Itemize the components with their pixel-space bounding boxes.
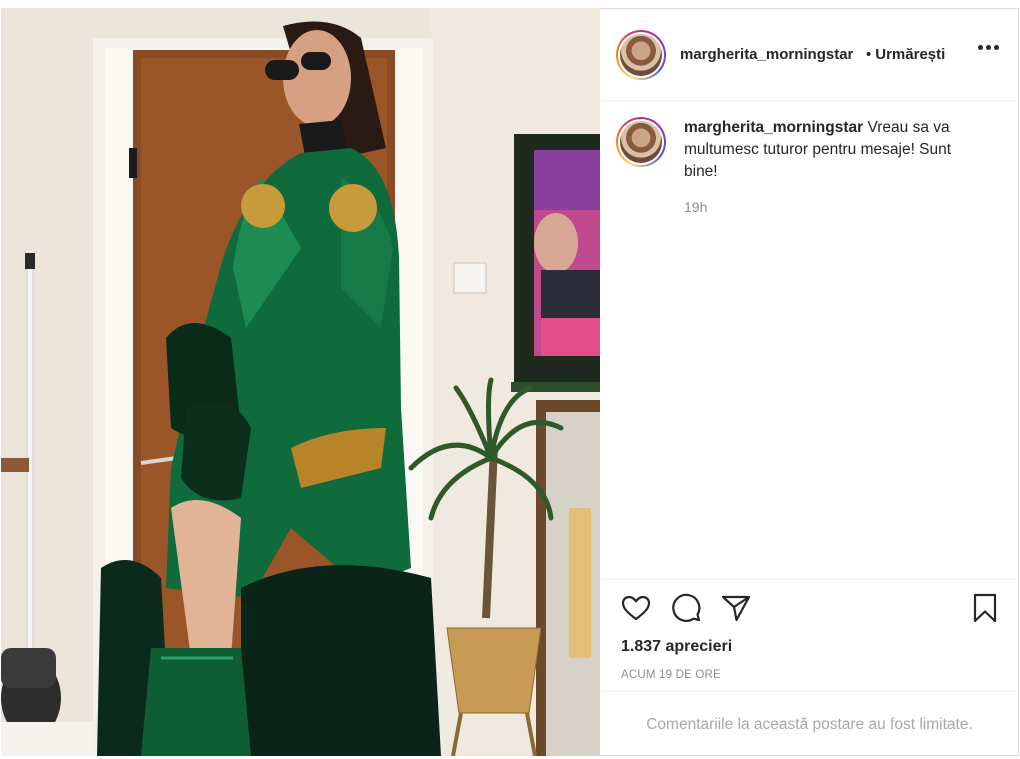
caption-text-block: margherita_morningstar Vreau sa va multu… bbox=[684, 117, 984, 183]
more-dot bbox=[986, 45, 991, 50]
instagram-post-modal: margherita_morningstar • Urmărești margh… bbox=[0, 0, 1020, 759]
likes-count[interactable]: 1.837 aprecieri bbox=[621, 638, 732, 656]
caption-username[interactable]: margherita_morningstar bbox=[684, 119, 863, 136]
action-bar bbox=[620, 592, 752, 624]
post-photo[interactable] bbox=[1, 8, 600, 756]
avatar-image bbox=[620, 121, 662, 163]
more-options-icon[interactable] bbox=[978, 45, 999, 50]
following-button[interactable]: Urmărești bbox=[875, 46, 945, 63]
comments-limited-notice: Comentariile la această postare au fost … bbox=[600, 691, 1019, 757]
caption-body: margherita_morningstar Vreau sa va multu… bbox=[684, 117, 984, 215]
more-dot bbox=[978, 45, 983, 50]
paper-plane-icon[interactable] bbox=[720, 592, 752, 624]
heart-icon[interactable] bbox=[620, 592, 652, 624]
post-header: margherita_morningstar • Urmărești bbox=[600, 9, 1019, 101]
more-dot bbox=[994, 45, 999, 50]
post-side-panel: margherita_morningstar • Urmărești margh… bbox=[600, 8, 1019, 756]
avatar-image bbox=[620, 33, 662, 76]
avatar[interactable] bbox=[616, 29, 666, 80]
post-photo-illustration bbox=[1, 8, 600, 756]
caption-comment: margherita_morningstar Vreau sa va multu… bbox=[600, 117, 1019, 215]
caption-timestamp[interactable]: 19h bbox=[684, 199, 984, 215]
avatar-ring-gap bbox=[618, 31, 664, 78]
header-username[interactable]: margherita_morningstar bbox=[680, 46, 863, 63]
bookmark-icon[interactable] bbox=[969, 592, 1001, 624]
caption-avatar[interactable] bbox=[616, 117, 666, 167]
separator-dot: • bbox=[866, 46, 872, 63]
comment-bubble-icon[interactable] bbox=[670, 592, 702, 624]
post-timestamp[interactable]: ACUM 19 DE ORE bbox=[621, 669, 721, 681]
avatar-ring-gap bbox=[618, 119, 664, 165]
post-actions-section: 1.837 aprecieri ACUM 19 DE ORE bbox=[600, 579, 1019, 691]
